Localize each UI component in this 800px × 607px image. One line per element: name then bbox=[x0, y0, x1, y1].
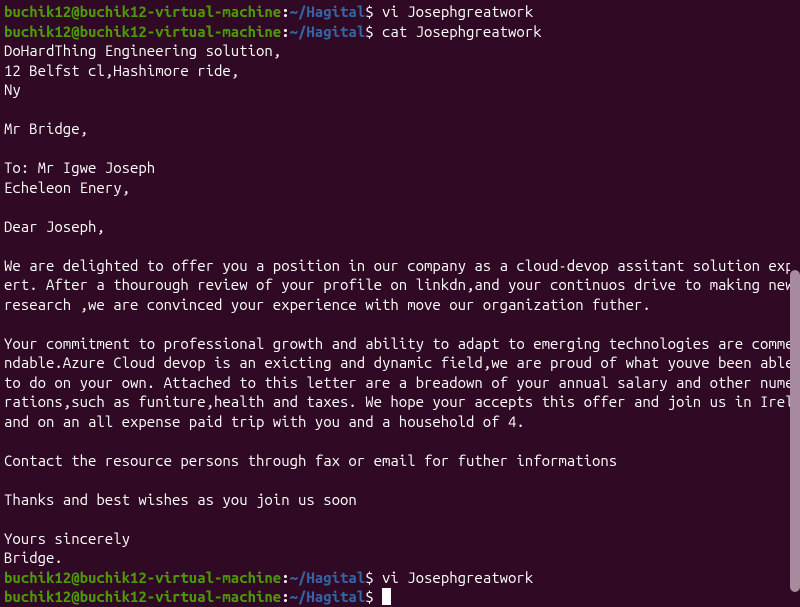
prompt-line-2: buchik12@buchik12-virtual-machine:~/Hagi… bbox=[4, 22, 796, 42]
colon: : bbox=[281, 569, 289, 586]
user-host: buchik12@buchik12-virtual-machine bbox=[4, 23, 281, 40]
command: vi Josephgreatwork bbox=[382, 569, 533, 586]
path: ~/Hagital bbox=[290, 23, 366, 40]
prompt-line-1: buchik12@buchik12-virtual-machine:~/Hagi… bbox=[4, 2, 796, 22]
terminal-output[interactable]: buchik12@buchik12-virtual-machine:~/Hagi… bbox=[4, 2, 796, 607]
dollar: $ bbox=[365, 569, 382, 586]
path: ~/Hagital bbox=[290, 569, 366, 586]
scrollbar-thumb[interactable] bbox=[790, 270, 800, 592]
user-host: buchik12@buchik12-virtual-machine bbox=[4, 569, 281, 586]
colon: : bbox=[281, 23, 289, 40]
dollar: $ bbox=[365, 588, 382, 605]
dollar: $ bbox=[365, 3, 382, 20]
path: ~/Hagital bbox=[290, 588, 366, 605]
prompt-line-4: buchik12@buchik12-virtual-machine:~/Hagi… bbox=[4, 587, 796, 607]
command: vi Josephgreatwork bbox=[382, 3, 533, 20]
dollar: $ bbox=[365, 23, 382, 40]
prompt-line-3: buchik12@buchik12-virtual-machine:~/Hagi… bbox=[4, 568, 796, 588]
command: cat Josephgreatwork bbox=[382, 23, 542, 40]
path: ~/Hagital bbox=[290, 3, 366, 20]
user-host: buchik12@buchik12-virtual-machine bbox=[4, 3, 281, 20]
cursor-icon bbox=[382, 588, 391, 605]
file-contents: DoHardThing Engineering solution, 12 Bel… bbox=[4, 41, 796, 568]
colon: : bbox=[281, 588, 289, 605]
colon: : bbox=[281, 3, 289, 20]
user-host: buchik12@buchik12-virtual-machine bbox=[4, 588, 281, 605]
scrollbar[interactable] bbox=[790, 0, 800, 600]
